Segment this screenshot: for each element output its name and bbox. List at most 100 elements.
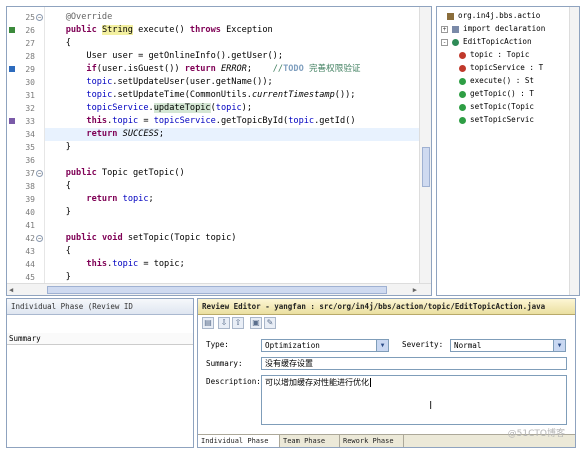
outline-view: org.in4j.bbs.actio + import declaration - Ed…	[436, 6, 580, 296]
code-token: (user.isGuest())	[96, 64, 185, 74]
scroll-left-icon[interactable]: ◀	[9, 286, 13, 294]
scrollbar-thumb[interactable]	[422, 147, 430, 187]
code-line[interactable]: topicService.updateTopic(topic);	[45, 102, 419, 115]
outline-scrollbar[interactable]	[569, 7, 579, 295]
code-line[interactable]: {	[45, 245, 419, 258]
code-line[interactable]	[45, 219, 419, 232]
description-label: Description:	[206, 377, 261, 386]
outline-item[interactable]: getTopic() : T	[459, 88, 534, 100]
outline-item[interactable]: org.in4j.bbs.actio	[447, 10, 540, 22]
editor-vertical-scrollbar[interactable]	[419, 7, 431, 283]
outline-item-label: topic : Topic	[470, 50, 530, 59]
scrollbar-thumb[interactable]	[47, 286, 387, 294]
code-line[interactable]: topic.setUpdateTime(CommonUtils.currentT…	[45, 89, 419, 102]
code-token: topic	[215, 103, 242, 113]
code-token: User user = getOnlineInfo().getUser();	[45, 51, 283, 61]
code-token: = topic;	[138, 259, 185, 269]
outline-item[interactable]: topicService : T	[459, 62, 543, 74]
code-token: setTopic(Topic topic)	[122, 233, 237, 243]
line-number: 37	[25, 169, 35, 178]
arrow-up-icon[interactable]: ⇧	[232, 317, 244, 329]
line-number: 28	[25, 52, 35, 61]
outline-item-label: import declaration	[463, 24, 546, 33]
code-line[interactable]: User user = getOnlineInfo().getUser();	[45, 50, 419, 63]
code-line[interactable]: {	[45, 37, 419, 50]
code-line[interactable]: }	[45, 206, 419, 219]
outline-item[interactable]: setTopicServic	[459, 114, 534, 126]
code-token: .getId()	[314, 116, 356, 126]
fold-toggle-icon[interactable]: −	[36, 235, 43, 242]
class-icon	[452, 38, 459, 46]
review-editor-tab[interactable]: Review Editor - yangfan : src/org/in4j/b…	[198, 299, 575, 315]
outline-item-label: execute() : St	[470, 76, 535, 85]
code-line[interactable]: public Topic getTopic()	[45, 167, 419, 180]
code-line[interactable]: {	[45, 180, 419, 193]
tab-team-phase[interactable]: Team Phase	[280, 435, 340, 447]
code-line[interactable]	[45, 154, 419, 167]
tab-individual-phase[interactable]: Individual Phase	[198, 435, 280, 447]
code-line[interactable]: this.topic = topicService.getTopicById(t…	[45, 115, 419, 128]
type-label: Type:	[206, 340, 229, 349]
chevron-down-icon[interactable]: ▼	[553, 340, 565, 351]
code-token: topic	[288, 116, 315, 126]
package-icon	[447, 12, 454, 20]
override-marker-icon[interactable]	[9, 27, 15, 33]
fold-toggle-icon[interactable]: −	[36, 170, 43, 177]
editor-horizontal-scrollbar[interactable]: ◀ ▶	[7, 283, 431, 295]
code-token: );	[241, 103, 253, 113]
code-token: public	[65, 233, 97, 243]
save-icon[interactable]: ▣	[250, 317, 262, 329]
type-select[interactable]: Optimization ▼	[261, 339, 389, 352]
code-line[interactable]: }	[45, 271, 419, 283]
outline-item[interactable]: + import declaration	[441, 23, 545, 35]
code-line[interactable]: this.topic = topic;	[45, 258, 419, 271]
edit-icon[interactable]: ✎	[264, 317, 276, 329]
individual-phase-tab[interactable]: Individual Phase (Review ID	[7, 299, 193, 315]
fold-toggle-icon[interactable]: −	[36, 14, 43, 21]
line-number: 44	[25, 260, 35, 269]
code-editor[interactable]: 25−26 27 28 29 30 31 32 33 34 35 36 37−38 39 40 41 42−4…	[6, 6, 432, 296]
code-area[interactable]: @Override public String execute() throws…	[45, 7, 419, 283]
field-private-icon	[459, 64, 466, 72]
collapse-icon[interactable]: -	[441, 38, 448, 46]
code-token: String	[101, 25, 133, 35]
review-list-icon[interactable]: ▤	[202, 317, 214, 329]
code-line[interactable]: topic.setUpdateUser(user.getName());	[45, 76, 419, 89]
expand-icon[interactable]: +	[441, 25, 448, 33]
code-line[interactable]: @Override	[45, 11, 419, 24]
code-token: topic	[112, 116, 139, 126]
summary-input[interactable]: 没有缓存设置	[261, 357, 567, 370]
chevron-down-icon[interactable]: ▼	[376, 340, 388, 351]
scroll-right-icon[interactable]: ▶	[413, 286, 417, 294]
code-token: public	[65, 168, 97, 178]
severity-select[interactable]: Normal ▼	[450, 339, 566, 352]
code-line[interactable]: public String execute() throws Exception	[45, 24, 419, 37]
task-marker-icon[interactable]	[9, 66, 15, 72]
code-line[interactable]: return topic;	[45, 193, 419, 206]
bookmark-marker-icon[interactable]	[9, 118, 15, 124]
summary-column-header[interactable]: Summary	[7, 333, 193, 345]
code-token: topicService	[86, 103, 149, 113]
code-token: SUCCESS	[122, 129, 159, 139]
outline-item-label: topicService : T	[470, 63, 544, 72]
code-line[interactable]: return SUCCESS;	[45, 128, 419, 141]
arrow-down-icon[interactable]: ⇩	[218, 317, 230, 329]
description-textarea[interactable]: 可以增加缓存对性能进行优化	[261, 375, 567, 425]
tab-rework-phase[interactable]: Rework Phase	[340, 435, 404, 447]
description-text: 可以增加缓存对性能进行优化	[265, 378, 369, 387]
outline-item[interactable]: topic : Topic	[459, 49, 529, 61]
code-line[interactable]: public void setTopic(Topic topic)	[45, 232, 419, 245]
code-line[interactable]: if(user.isGuest()) return ERROR; //TODO …	[45, 63, 419, 76]
outline-item[interactable]: - EditTopicAction	[441, 36, 532, 48]
code-token: Topic getTopic()	[96, 168, 185, 178]
code-token: updateTopic	[153, 103, 211, 113]
outline-item[interactable]: setTopic(Topic	[459, 101, 534, 113]
code-line[interactable]: }	[45, 141, 419, 154]
outline-item[interactable]: execute() : St	[459, 75, 534, 87]
